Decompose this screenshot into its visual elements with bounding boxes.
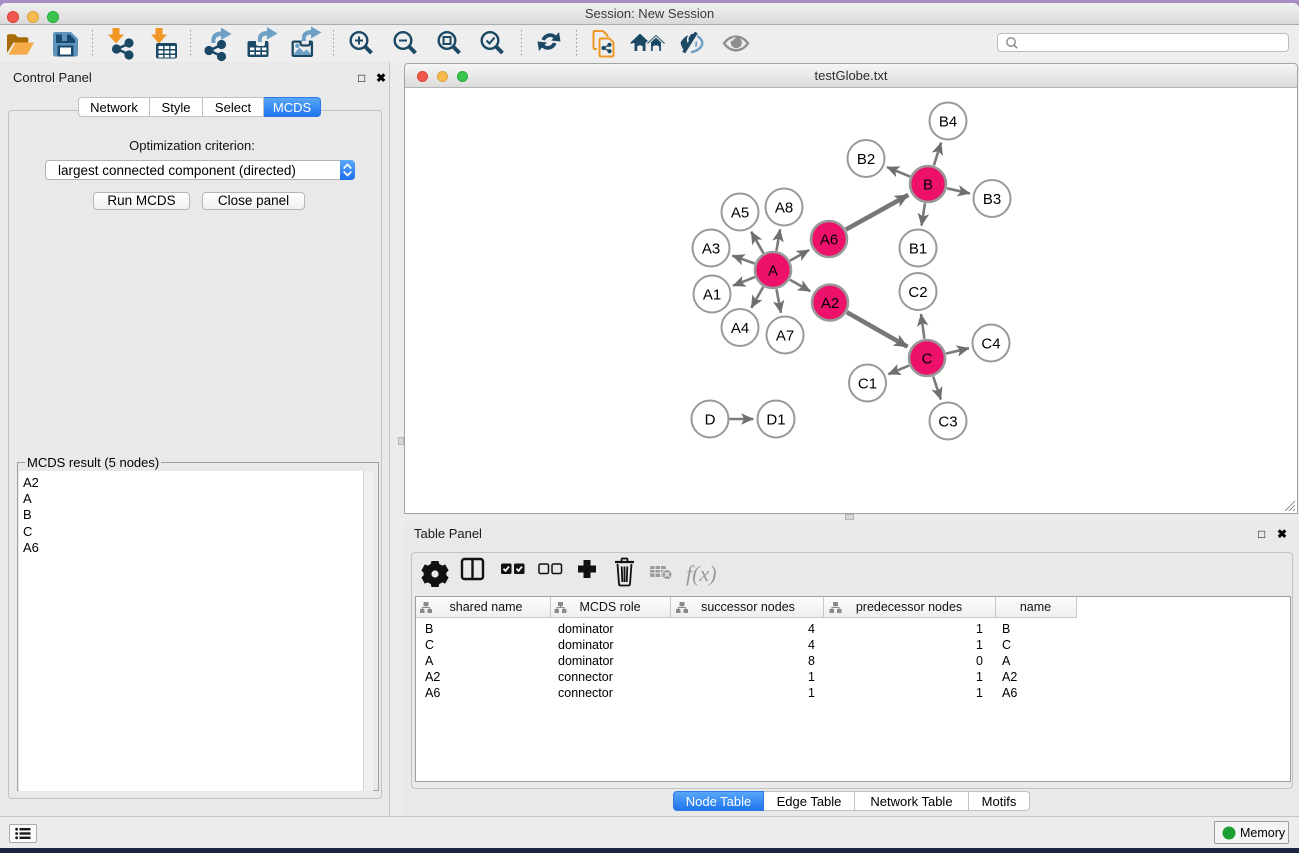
svg-text:A: A: [768, 263, 778, 280]
svg-text:D1: D1: [766, 412, 785, 429]
svg-text:C1: C1: [858, 376, 877, 393]
svg-text:B: B: [923, 177, 933, 194]
svg-text:C: C: [922, 351, 933, 368]
svg-text:B1: B1: [909, 241, 927, 258]
svg-text:A3: A3: [702, 241, 720, 258]
svg-text:A6: A6: [820, 232, 838, 249]
svg-text:A7: A7: [776, 328, 794, 345]
svg-text:A2: A2: [821, 295, 839, 312]
svg-text:A5: A5: [731, 205, 749, 222]
svg-text:A1: A1: [703, 287, 721, 304]
svg-text:A8: A8: [775, 200, 793, 217]
svg-text:B3: B3: [983, 191, 1001, 208]
svg-text:C4: C4: [981, 336, 1000, 353]
svg-text:D: D: [705, 412, 716, 429]
svg-text:f(x): f(x): [686, 561, 717, 586]
svg-text:B4: B4: [939, 114, 957, 131]
svg-text:C3: C3: [938, 414, 957, 431]
svg-text:A4: A4: [731, 320, 749, 337]
svg-text:C2: C2: [908, 284, 927, 301]
svg-text:B2: B2: [857, 151, 875, 168]
